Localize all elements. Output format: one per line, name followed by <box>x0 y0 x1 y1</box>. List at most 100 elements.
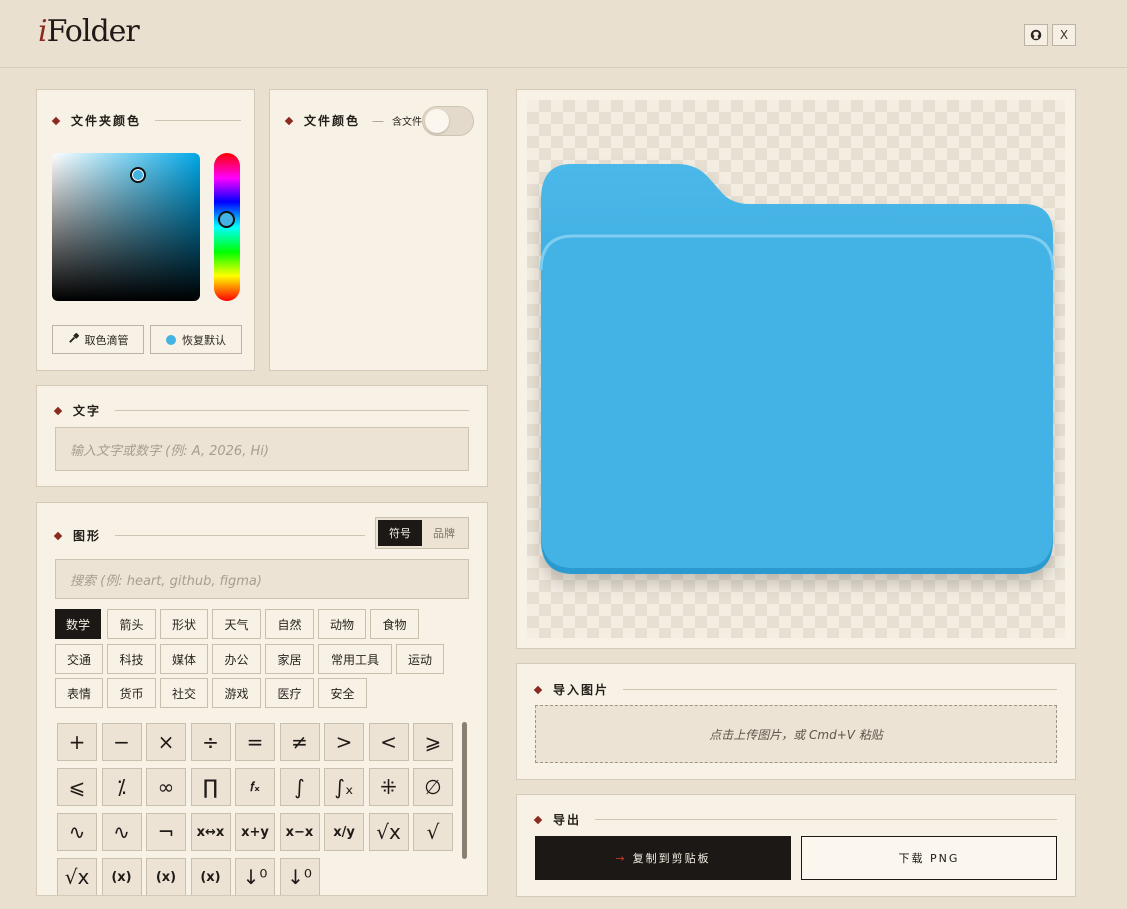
reset-color-label: 恢复默认 <box>182 333 226 347</box>
symbol-button[interactable]: ≠ <box>279 723 320 761</box>
hue-handle[interactable] <box>218 211 235 228</box>
category-medical[interactable]: 医疗 <box>265 678 314 708</box>
shape-header: 图形 <box>53 527 365 544</box>
category-tools[interactable]: 常用工具 <box>318 644 392 674</box>
symbol-button[interactable]: √ <box>413 813 453 851</box>
category-nature[interactable]: 自然 <box>265 609 314 639</box>
symbol-glyph: ↓⁰ <box>287 865 312 889</box>
folder-color-title: 文件夹颜色 <box>71 114 142 128</box>
symbol-button[interactable]: x+y <box>235 813 275 851</box>
tab-brands[interactable]: 品牌 <box>422 520 466 546</box>
category-sports[interactable]: 运动 <box>396 644 444 674</box>
text-input[interactable]: 输入文字或数字 (例: A, 2026, Hi) <box>55 427 469 471</box>
symbol-button[interactable]: ⩽ <box>57 768 97 806</box>
category-shapes[interactable]: 形状 <box>160 609 208 639</box>
category-emoji[interactable]: 表情 <box>55 678 103 708</box>
category-social[interactable]: 社交 <box>160 678 208 708</box>
symbol-glyph: ∏ <box>202 775 219 799</box>
symbol-glyph: = <box>246 730 264 754</box>
symbol-glyph: ¬ <box>157 820 175 844</box>
tab-symbols[interactable]: 符号 <box>378 520 422 546</box>
symbol-button[interactable]: + <box>57 723 97 761</box>
symbol-button[interactable]: − <box>101 723 142 761</box>
symbol-button[interactable]: x−x <box>279 813 320 851</box>
symbol-button[interactable]: ↓⁰ <box>235 858 275 895</box>
symbol-grid: + − × ÷ = ≠ > < ⩾ ⩽ ⁒ ∞ ∏ 𝑓ₓ ∫ ∫ₓ ⁜ ∅ ∿ ∿ ¬ x↔x x+y x−x x/y √x √ √x… <box>57 723 457 895</box>
symbol-button[interactable]: ↓⁰ <box>279 858 320 895</box>
category-label: 常用工具 <box>330 652 379 667</box>
diamond-icon <box>533 815 543 824</box>
text-header: 文字 <box>53 402 469 419</box>
symbol-grid-scrollbar[interactable] <box>462 722 467 859</box>
category-home[interactable]: 家居 <box>265 644 314 674</box>
symbol-button[interactable]: (x) <box>190 858 231 895</box>
category-games[interactable]: 游戏 <box>212 678 261 708</box>
category-tech[interactable]: 科技 <box>107 644 156 674</box>
symbol-button[interactable]: 𝑓ₓ <box>235 768 275 806</box>
symbol-glyph: (x) <box>155 869 177 885</box>
symbol-button[interactable]: ∿ <box>57 813 97 851</box>
category-office[interactable]: 办公 <box>212 644 261 674</box>
symbol-glyph: ≠ <box>291 730 308 754</box>
github-icon[interactable] <box>1024 24 1048 46</box>
symbol-glyph: x−x <box>285 824 314 840</box>
symbol-button[interactable]: ¬ <box>146 813 186 851</box>
symbol-glyph: ∿ <box>113 820 130 844</box>
category-weather[interactable]: 天气 <box>212 609 261 639</box>
symbol-button[interactable]: ⁜ <box>368 768 409 806</box>
category-animals[interactable]: 动物 <box>318 609 366 639</box>
x-icon[interactable]: X <box>1052 24 1076 46</box>
category-currency[interactable]: 货币 <box>107 678 156 708</box>
diamond-icon <box>284 116 294 125</box>
symbol-button[interactable]: ∅ <box>413 768 453 806</box>
symbol-button[interactable]: x/y <box>324 813 364 851</box>
text-panel: 文字 输入文字或数字 (例: A, 2026, Hi) <box>36 385 488 487</box>
image-dropzone[interactable]: 点击上传图片，或 Cmd+V 粘贴 <box>535 705 1057 763</box>
symbol-button[interactable]: ∫ <box>279 768 320 806</box>
divider <box>115 410 469 411</box>
symbol-button[interactable]: (x) <box>101 858 142 895</box>
symbol-button[interactable]: (x) <box>146 858 186 895</box>
symbol-glyph: ⩽ <box>68 775 86 799</box>
symbol-button[interactable]: ⁒ <box>101 768 142 806</box>
symbol-button[interactable]: √x <box>368 813 409 851</box>
saturation-handle[interactable] <box>130 167 146 183</box>
category-math[interactable]: 数学 <box>55 609 101 639</box>
include-files-toggle[interactable] <box>422 106 474 136</box>
reset-color-button[interactable]: 恢复默认 <box>150 325 242 354</box>
copy-to-clipboard-button[interactable]: → 复制到剪贴板 <box>535 836 791 880</box>
divider <box>595 819 1057 820</box>
category-media[interactable]: 媒体 <box>160 644 208 674</box>
eyedropper-button[interactable]: 取色滴管 <box>52 325 144 354</box>
symbol-button[interactable]: ∏ <box>190 768 231 806</box>
symbol-button[interactable]: < <box>368 723 409 761</box>
category-arrows[interactable]: 箭头 <box>107 609 156 639</box>
shape-search-input[interactable]: 搜索 (例: heart, github, figma) <box>55 559 469 599</box>
category-food[interactable]: 食物 <box>370 609 419 639</box>
symbol-button[interactable]: ⩾ <box>413 723 453 761</box>
symbol-button[interactable]: x↔x <box>190 813 231 851</box>
symbol-button[interactable]: = <box>235 723 275 761</box>
symbol-button[interactable]: ∞ <box>146 768 186 806</box>
category-label: 自然 <box>277 617 302 632</box>
category-label: 家居 <box>277 652 302 667</box>
arrow-right-icon: → <box>615 851 625 865</box>
symbol-glyph: > <box>335 730 353 754</box>
saturation-picker[interactable] <box>52 153 200 301</box>
file-color-panel: 文件颜色 — 含文件 <box>269 89 488 371</box>
symbol-glyph: x↔x <box>196 824 225 840</box>
symbol-button[interactable]: ÷ <box>190 723 231 761</box>
symbol-button[interactable]: ∫ₓ <box>324 768 364 806</box>
category-transport[interactable]: 交通 <box>55 644 103 674</box>
category-security[interactable]: 安全 <box>318 678 367 708</box>
app-logo[interactable]: iFolder <box>38 14 140 49</box>
symbol-button[interactable]: ∿ <box>101 813 142 851</box>
symbol-glyph: ∞ <box>157 775 175 799</box>
hue-slider[interactable] <box>214 153 240 301</box>
symbol-button[interactable]: > <box>324 723 364 761</box>
symbol-button[interactable]: × <box>146 723 186 761</box>
symbol-button[interactable]: √x <box>57 858 97 895</box>
category-label: 游戏 <box>224 686 249 701</box>
download-png-button[interactable]: 下载 PNG <box>801 836 1057 880</box>
category-label: 天气 <box>224 617 249 632</box>
